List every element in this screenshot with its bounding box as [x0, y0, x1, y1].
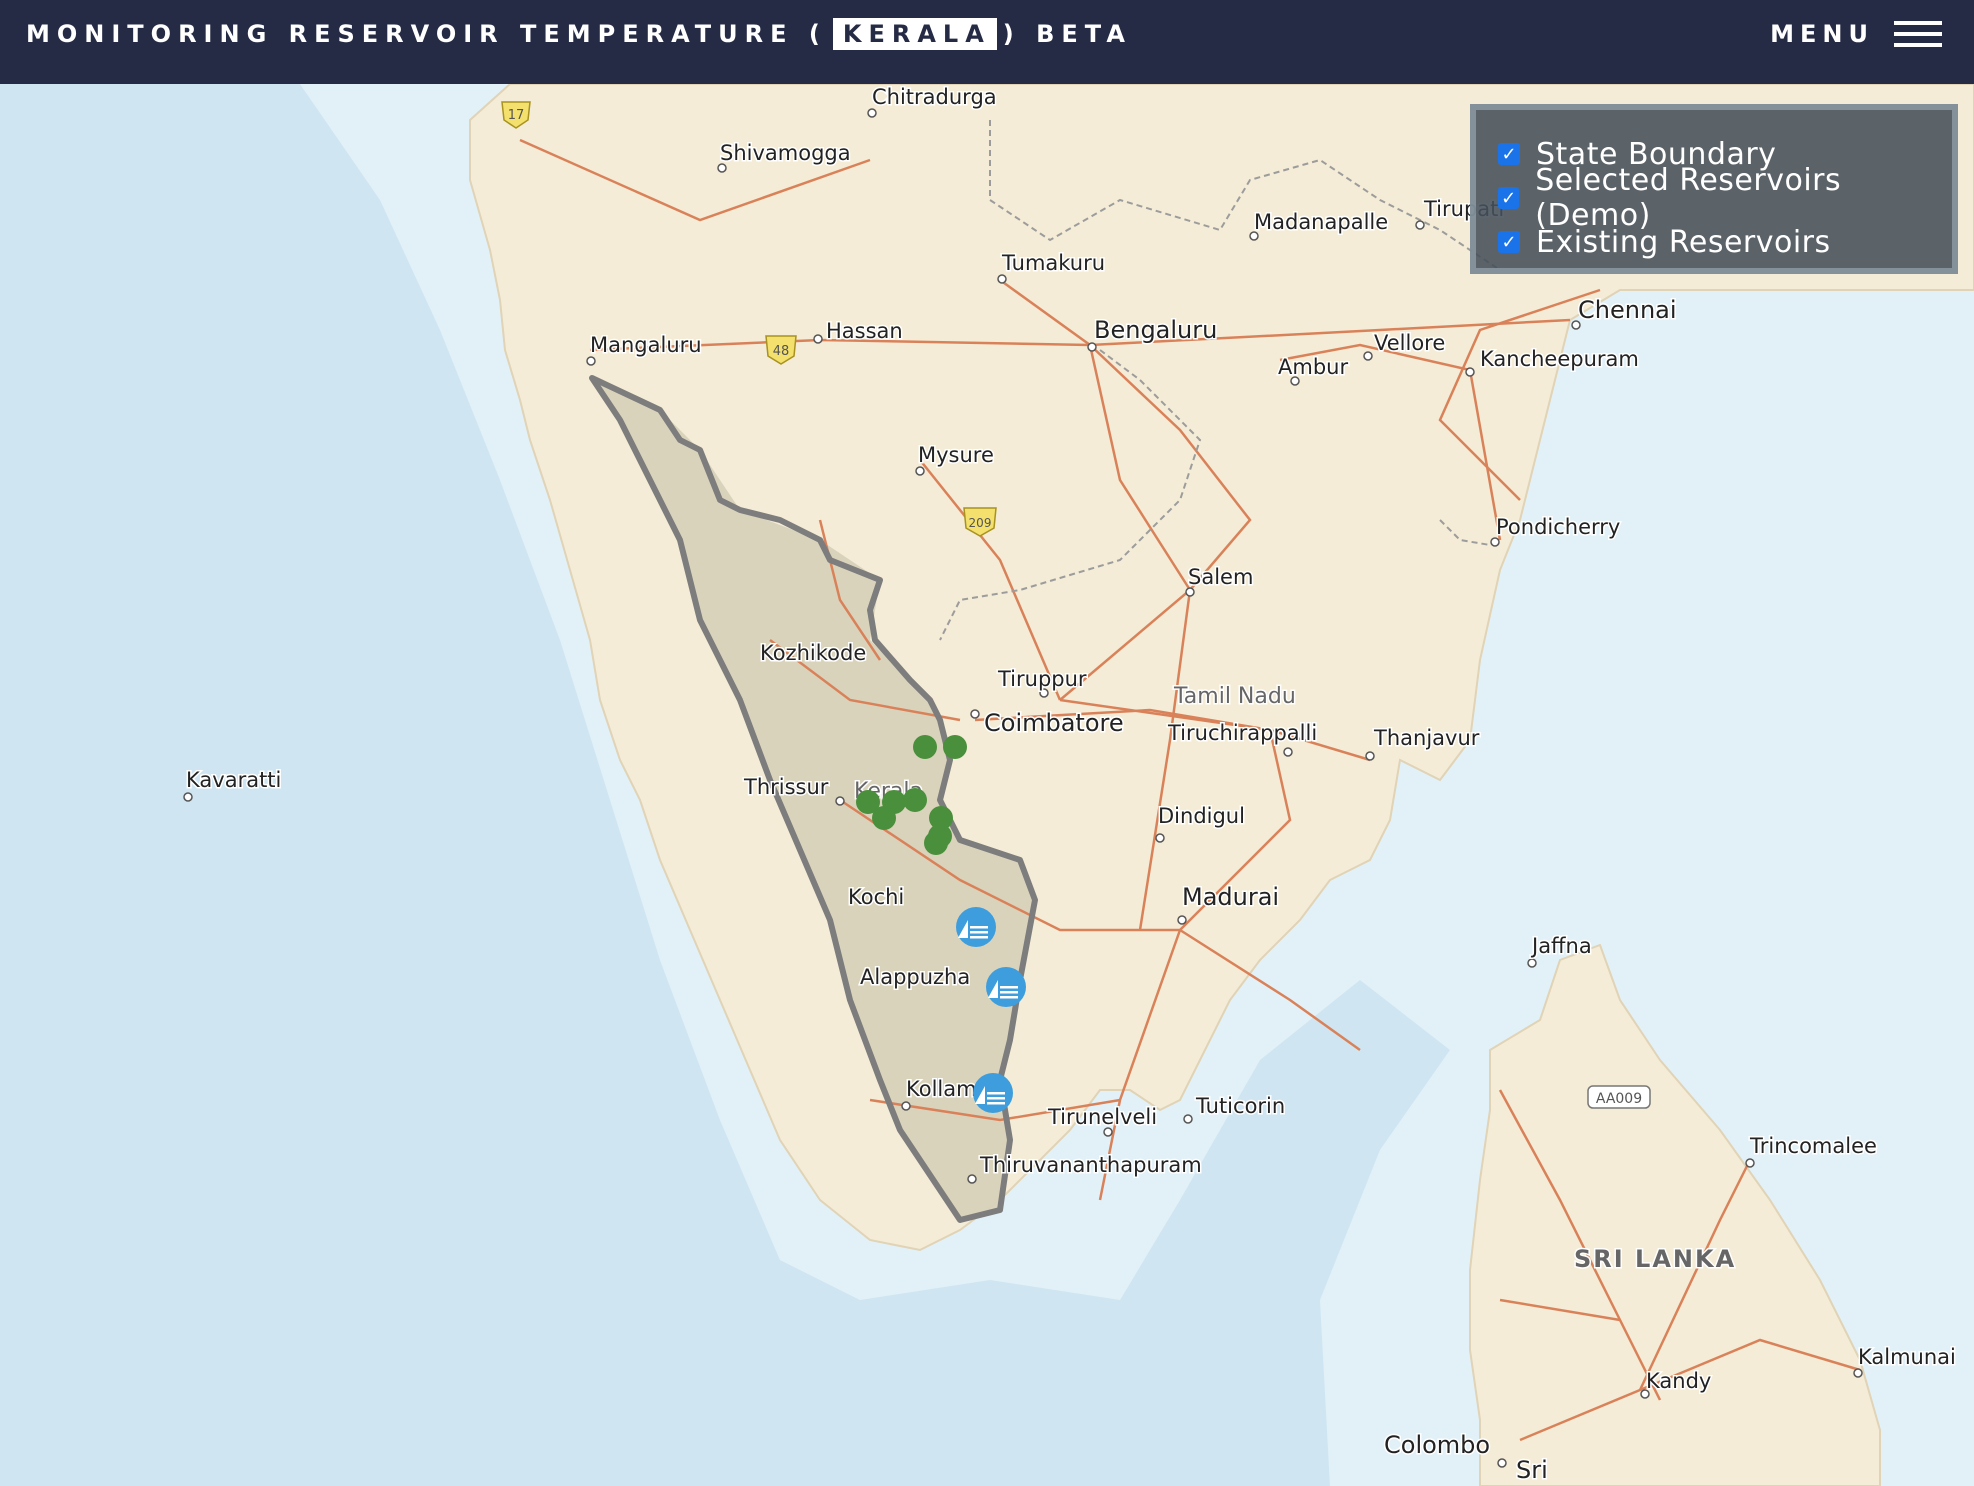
layer-label: Existing Reservoirs — [1536, 224, 1831, 260]
svg-text:48: 48 — [773, 344, 790, 359]
title-state: KERALA — [832, 18, 997, 50]
svg-text:AA009: AA009 — [1596, 1091, 1642, 1107]
city-label-salem: Salem — [1188, 565, 1253, 589]
city-label-dindigul: Dindigul — [1158, 804, 1245, 828]
dam-icon[interactable] — [986, 967, 1026, 1007]
region-label-tamil-nadu: Tamil Nadu — [1173, 684, 1296, 709]
checkbox-checked-icon[interactable]: ✓ — [1498, 187, 1520, 209]
city-label-kalmunai: Kalmunai — [1858, 1345, 1956, 1369]
city-label-kollam: Kollam — [906, 1077, 977, 1101]
layer-label: Selected Reservoirs (Demo) — [1535, 163, 1842, 233]
layer-toggle-selected-reservoirs[interactable]: ✓ Selected Reservoirs (Demo) — [1498, 163, 1952, 233]
menu-label: MENU — [1770, 20, 1874, 48]
city-label-kochi: Kochi — [848, 885, 904, 909]
city-label-alappuzha: Alappuzha — [860, 965, 970, 989]
title-suffix: ) BETA — [1002, 20, 1132, 48]
selected-reservoir-marker[interactable] — [943, 735, 967, 759]
svg-text:209: 209 — [969, 516, 992, 530]
selected-reservoir-marker[interactable] — [872, 806, 896, 830]
app-title: MONITORING RESERVOIR TEMPERATURE ( KERAL… — [26, 0, 1132, 68]
selected-reservoir-marker[interactable] — [924, 831, 948, 855]
city-label-kancheepuram: Kancheepuram — [1480, 347, 1639, 371]
city-label-sri: Sri — [1516, 1456, 1548, 1484]
city-label-thanjavur: Thanjavur — [1373, 726, 1480, 750]
city-label-tirunelveli: Tirunelveli — [1047, 1105, 1157, 1129]
city-label-kozhikode: Kozhikode — [760, 641, 866, 665]
city-label-chennai: Chennai — [1578, 296, 1677, 324]
title-prefix: MONITORING RESERVOIR TEMPERATURE ( — [26, 20, 827, 48]
city-label-colombo: Colombo — [1384, 1431, 1490, 1459]
city-label-tiruchirappalli: Tiruchirappalli — [1167, 721, 1317, 745]
checkbox-checked-icon[interactable]: ✓ — [1498, 143, 1520, 165]
city-label-tuticorin: Tuticorin — [1195, 1094, 1285, 1118]
svg-text:17: 17 — [508, 108, 525, 123]
city-label-tumakuru: Tumakuru — [1001, 251, 1105, 275]
dam-icon[interactable] — [956, 907, 996, 947]
city-label-thrissur: Thrissur — [743, 775, 829, 799]
city-label-ambur: Ambur — [1278, 355, 1348, 379]
city-label-shivamogga: Shivamogga — [720, 141, 851, 165]
city-label-hassan: Hassan — [826, 319, 903, 343]
hamburger-icon — [1894, 21, 1942, 47]
city-label-kandy: Kandy — [1646, 1369, 1711, 1393]
city-label-madanapalle: Madanapalle — [1254, 210, 1388, 234]
layer-control-panel: ✓ State Boundary ✓ Selected Reservoirs (… — [1470, 104, 1958, 274]
menu-button[interactable]: MENU — [1770, 0, 1942, 68]
selected-reservoir-marker[interactable] — [903, 788, 927, 812]
city-label-coimbatore: Coimbatore — [984, 709, 1124, 737]
city-label-jaffna: Jaffna — [1530, 934, 1592, 958]
map-canvas[interactable]: 17 48 209 AA009 Chitradurga Shivamogga M… — [0, 84, 1974, 1486]
city-label-tiruppur: Tiruppur — [997, 667, 1087, 691]
city-label-kavaratti: Kavaratti — [186, 768, 281, 792]
city-label-vellore: Vellore — [1374, 331, 1445, 355]
highway-shield-aa009: AA009 — [1587, 1085, 1651, 1109]
city-label-chitradurga: Chitradurga — [872, 85, 997, 109]
city-label-thiruvananthapuram: Thiruvananthapuram — [979, 1153, 1202, 1177]
city-label-mangaluru: Mangaluru — [590, 333, 702, 357]
dam-icon[interactable] — [973, 1073, 1013, 1113]
city-label-madurai: Madurai — [1182, 883, 1279, 911]
top-bar: MONITORING RESERVOIR TEMPERATURE ( KERAL… — [0, 0, 1974, 84]
city-label-pondicherry: Pondicherry — [1496, 515, 1620, 539]
city-label-bengaluru: Bengaluru — [1094, 316, 1217, 344]
city-label-trincomalee: Trincomalee — [1749, 1134, 1877, 1158]
country-label-sri-lanka: SRI LANKA — [1574, 1245, 1736, 1273]
selected-reservoir-marker[interactable] — [913, 735, 937, 759]
city-label-mysure: Mysure — [918, 443, 994, 467]
checkbox-checked-icon[interactable]: ✓ — [1498, 231, 1520, 253]
